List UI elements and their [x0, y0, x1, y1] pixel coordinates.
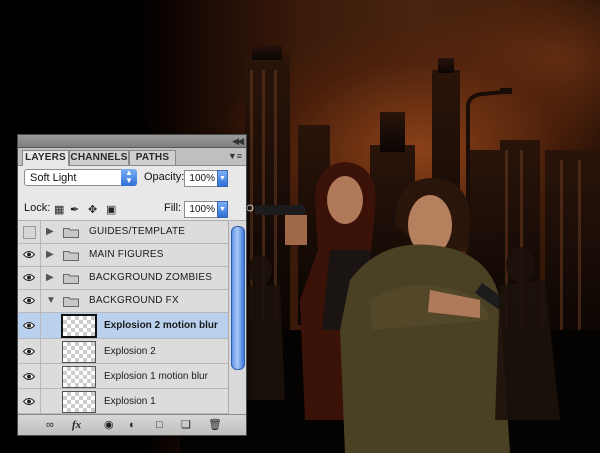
panel-menu-icon[interactable]: ▼≡	[228, 151, 242, 161]
opacity-label: Opacity:	[144, 171, 185, 183]
layer-name: Explosion 1 motion blur	[104, 371, 208, 382]
folder-icon	[63, 297, 79, 307]
lock-image-pixels-icon[interactable]: ✒	[70, 204, 79, 216]
blend-mode-value: Soft Light	[30, 172, 77, 184]
eye-icon	[23, 251, 35, 258]
layer-row-explosion-1[interactable]: Explosion 1	[18, 389, 228, 414]
layer-row-main-figures[interactable]: ▶ MAIN FIGURES	[18, 244, 228, 267]
layer-row-explosion-2-motion-blur[interactable]: Explosion 2 motion blur	[18, 313, 228, 339]
expand-triangle-icon[interactable]: ▶	[46, 250, 54, 260]
visibility-toggle[interactable]	[18, 339, 41, 363]
layer-name: Explosion 2	[104, 346, 156, 357]
trash-icon[interactable]: 🗑	[208, 418, 222, 432]
visibility-toggle[interactable]	[18, 221, 41, 243]
eye-icon	[23, 297, 35, 304]
visibility-toggle[interactable]	[18, 313, 41, 338]
fill-label: Fill:	[164, 202, 182, 214]
expand-triangle-icon[interactable]: ▶	[46, 227, 54, 237]
layer-thumbnail[interactable]	[62, 391, 96, 413]
layer-thumbnail[interactable]	[62, 341, 96, 363]
link-icon[interactable]: ∞	[46, 418, 54, 432]
new-layer-icon[interactable]: ❏	[181, 418, 191, 432]
visibility-toggle[interactable]	[18, 267, 41, 289]
scrollbar-thumb[interactable]	[231, 226, 245, 370]
collapse-icon[interactable]: ◀◀	[232, 136, 244, 146]
layer-name: GUIDES/TEMPLATE	[89, 226, 186, 237]
layer-row-explosion-2[interactable]: Explosion 2	[18, 339, 228, 364]
new-group-icon[interactable]: □	[156, 418, 163, 432]
tab-layers[interactable]: LAYERS	[22, 150, 69, 166]
layer-row-explosion-1-motion-blur[interactable]: Explosion 1 motion blur	[18, 364, 228, 389]
folder-icon	[63, 274, 79, 284]
visibility-toggle[interactable]	[18, 244, 41, 266]
layer-name: MAIN FIGURES	[89, 249, 164, 260]
blend-mode-arrow-icon[interactable]: ▲ ▼	[121, 169, 137, 186]
layer-row-background-zombies[interactable]: ▶ BACKGROUND ZOMBIES	[18, 267, 228, 290]
eye-icon	[23, 348, 35, 355]
visibility-toggle[interactable]	[18, 364, 41, 388]
lock-position-icon[interactable]: ✥	[88, 204, 97, 216]
collapse-triangle-icon[interactable]: ▼	[46, 296, 56, 306]
panel-titlebar[interactable]: ◀◀	[18, 135, 246, 148]
fill-dropdown-icon[interactable]: ▼	[217, 201, 228, 218]
layer-row-guides-template[interactable]: ▶ GUIDES/TEMPLATE	[18, 221, 228, 244]
lock-label: Lock:	[24, 202, 51, 214]
layer-row-background-fx[interactable]: ▼ BACKGROUND FX	[18, 290, 228, 313]
layer-name: Explosion 2 motion blur	[104, 320, 218, 331]
fx-icon[interactable]: fx	[72, 418, 81, 432]
fill-field[interactable]: 100%	[184, 201, 218, 218]
panel-footer: ∞ fx ◉ ◐ □ ❏ 🗑	[18, 414, 246, 435]
tab-channels[interactable]: CHANNELS	[69, 150, 129, 165]
layer-list-scrollbar[interactable]	[228, 221, 246, 414]
layer-name: BACKGROUND FX	[89, 295, 179, 306]
layer-list: ▶ GUIDES/TEMPLATE ▶ MAIN FIGURES ▶ BACKG…	[18, 221, 228, 414]
visibility-toggle[interactable]	[18, 389, 41, 413]
layer-thumbnail[interactable]	[61, 314, 97, 338]
eye-icon	[23, 373, 35, 380]
tab-paths[interactable]: PATHS	[129, 150, 176, 165]
adjustment-icon[interactable]: ◐	[129, 418, 136, 432]
eye-icon	[23, 274, 35, 281]
layer-options: Soft Light ▲ ▼ Opacity: 100% ▼ Lock: ▦ ✒ …	[18, 166, 246, 221]
folder-icon	[63, 251, 79, 261]
layer-thumbnail[interactable]	[62, 366, 96, 388]
layer-name: Explosion 1	[104, 396, 156, 407]
eye-icon	[23, 322, 35, 329]
layers-panel: ◀◀ LAYERS CHANNELS PATHS ▼≡ Soft Light ▲…	[17, 134, 247, 436]
visibility-toggle[interactable]	[18, 290, 41, 312]
mask-icon[interactable]: ◉	[104, 418, 114, 432]
panel-tabs: LAYERS CHANNELS PATHS ▼≡	[18, 148, 246, 166]
lock-all-icon[interactable]: ▣	[106, 204, 116, 216]
layer-name: BACKGROUND ZOMBIES	[89, 272, 213, 283]
lock-transparency-icon[interactable]: ▦	[54, 204, 64, 216]
eye-icon	[23, 398, 35, 405]
expand-triangle-icon[interactable]: ▶	[46, 273, 54, 283]
folder-icon	[63, 228, 79, 238]
opacity-field[interactable]: 100%	[184, 170, 218, 187]
opacity-dropdown-icon[interactable]: ▼	[217, 170, 228, 187]
blend-mode-select[interactable]: Soft Light ▲ ▼	[24, 169, 137, 186]
